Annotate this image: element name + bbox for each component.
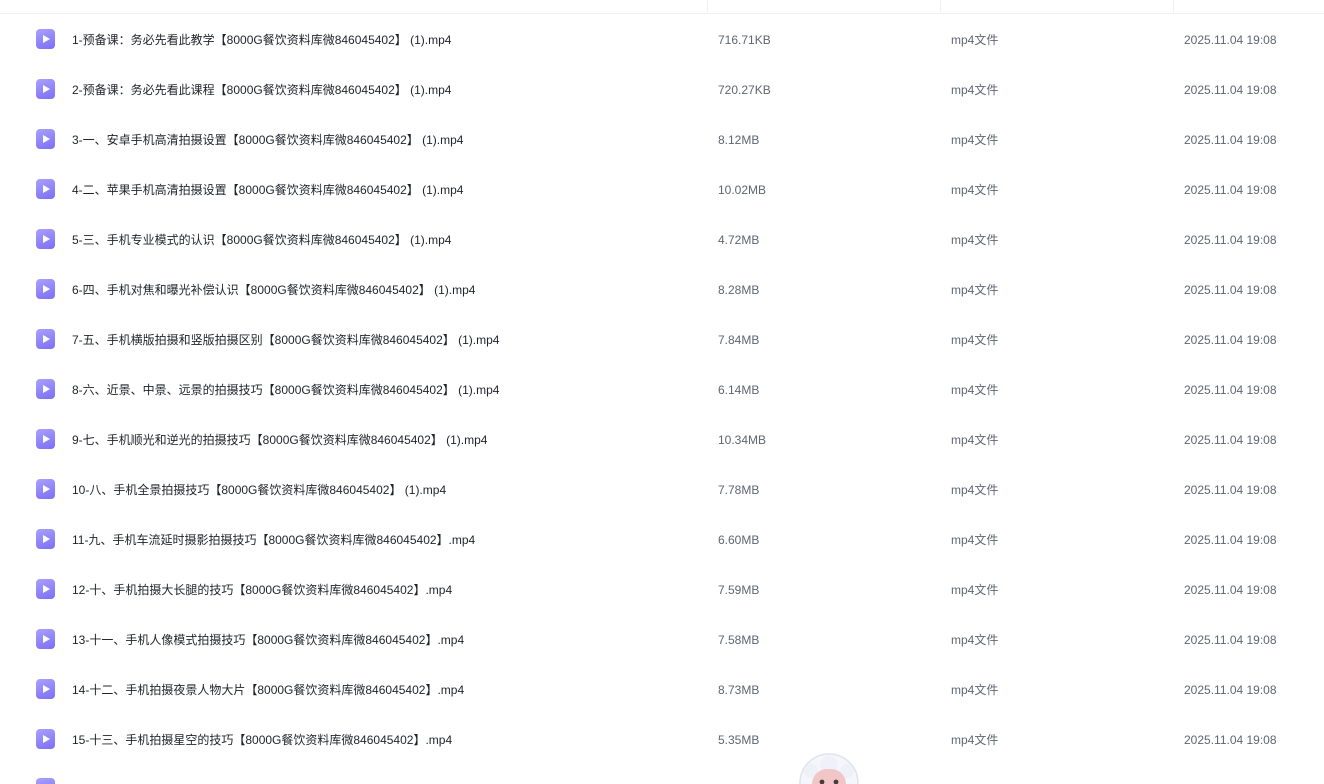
file-row[interactable]: 1-预备课：务必先看此教学【8000G餐饮资料库微846045402】 (1).…	[0, 15, 1324, 65]
file-row[interactable]: 5-三、手机专业模式的认识【8000G餐饮资料库微846045402】 (1).…	[0, 215, 1324, 265]
file-size: 720.27KB	[718, 83, 771, 97]
file-name: 3-一、安卓手机高清拍摄设置【8000G餐饮资料库微846045402】 (1)…	[72, 133, 464, 147]
file-list: 1-预备课：务必先看此教学【8000G餐饮资料库微846045402】 (1).…	[0, 0, 1324, 784]
file-row[interactable]: 7-五、手机横版拍摄和竖版拍摄区别【8000G餐饮资料库微846045402】 …	[0, 315, 1324, 365]
file-name: 8-六、近景、中景、远景的拍摄技巧【8000G餐饮资料库微846045402】 …	[72, 383, 500, 397]
assistant-mascot-icon[interactable]	[797, 751, 861, 784]
file-row[interactable]: 4-二、苹果手机高清拍摄设置【8000G餐饮资料库微846045402】 (1)…	[0, 165, 1324, 215]
video-file-icon	[36, 679, 55, 699]
file-name: 5-三、手机专业模式的认识【8000G餐饮资料库微846045402】 (1).…	[72, 233, 452, 247]
video-file-icon	[36, 229, 55, 249]
file-modified-date: 2025.11.04 19:08	[1184, 533, 1277, 547]
file-type: mp4文件	[951, 583, 999, 597]
file-size: 4.72MB	[718, 233, 760, 247]
video-file-icon	[36, 729, 55, 749]
file-row[interactable]: 12-十、手机拍摄大长腿的技巧【8000G餐饮资料库微846045402】.mp…	[0, 565, 1324, 615]
file-size: 6.14MB	[718, 383, 760, 397]
file-type: mp4文件	[951, 83, 999, 97]
file-size: 716.71KB	[718, 33, 771, 47]
video-file-icon	[36, 379, 55, 399]
video-file-icon	[36, 29, 55, 49]
video-file-icon	[36, 579, 55, 599]
file-size: 7.78MB	[718, 483, 760, 497]
file-type: mp4文件	[951, 383, 999, 397]
file-name: 13-十一、手机人像模式拍摄技巧【8000G餐饮资料库微846045402】.m…	[72, 633, 465, 647]
file-size: 6.60MB	[718, 533, 760, 547]
file-modified-date: 2025.11.04 19:08	[1184, 333, 1277, 347]
file-name: 12-十、手机拍摄大长腿的技巧【8000G餐饮资料库微846045402】.mp…	[72, 583, 453, 597]
file-modified-date: 2025.11.04 19:08	[1184, 133, 1277, 147]
file-modified-date: 2025.11.04 19:08	[1184, 583, 1277, 597]
file-name: 1-预备课：务必先看此教学【8000G餐饮资料库微846045402】 (1).…	[72, 33, 452, 47]
video-file-icon	[36, 429, 55, 449]
file-modified-date: 2025.11.04 19:08	[1184, 733, 1277, 747]
file-name: 6-四、手机对焦和曝光补偿认识【8000G餐饮资料库微846045402】 (1…	[72, 283, 476, 297]
file-row[interactable]: 13-十一、手机人像模式拍摄技巧【8000G餐饮资料库微846045402】.m…	[0, 615, 1324, 665]
file-name: 14-十二、手机拍摄夜景人物大片【8000G餐饮资料库微846045402】.m…	[72, 683, 465, 697]
file-modified-date: 2025.11.04 19:08	[1184, 683, 1277, 697]
file-type: mp4文件	[951, 633, 999, 647]
file-size: 5.35MB	[718, 733, 760, 747]
file-modified-date: 2025.11.04 19:08	[1184, 83, 1277, 97]
file-type: mp4文件	[951, 683, 999, 697]
file-modified-date: 2025.11.04 19:08	[1184, 33, 1277, 47]
video-file-icon	[36, 129, 55, 149]
file-size: 7.59MB	[718, 583, 760, 597]
file-modified-date: 2025.11.04 19:08	[1184, 433, 1277, 447]
video-file-icon	[36, 179, 55, 199]
file-type: mp4文件	[951, 433, 999, 447]
file-name: 7-五、手机横版拍摄和竖版拍摄区别【8000G餐饮资料库微846045402】 …	[72, 333, 500, 347]
column-header-strip	[0, 0, 1324, 14]
video-file-icon	[36, 329, 55, 349]
column-divider[interactable]	[1173, 0, 1174, 12]
video-file-icon	[36, 629, 55, 649]
file-name: 4-二、苹果手机高清拍摄设置【8000G餐饮资料库微846045402】 (1)…	[72, 183, 464, 197]
file-type: mp4文件	[951, 133, 999, 147]
file-name: 9-七、手机顺光和逆光的拍摄技巧【8000G餐饮资料库微846045402】 (…	[72, 433, 488, 447]
file-type: mp4文件	[951, 33, 999, 47]
file-name: 10-八、手机全景拍摄技巧【8000G餐饮资料库微846045402】 (1).…	[72, 483, 447, 497]
video-file-icon	[36, 79, 55, 99]
column-divider[interactable]	[940, 0, 941, 12]
file-size: 8.73MB	[718, 683, 760, 697]
file-row[interactable]: 9-七、手机顺光和逆光的拍摄技巧【8000G餐饮资料库微846045402】 (…	[0, 415, 1324, 465]
file-modified-date: 2025.11.04 19:08	[1184, 633, 1277, 647]
file-rows: 1-预备课：务必先看此教学【8000G餐饮资料库微846045402】 (1).…	[0, 15, 1324, 765]
file-name: 11-九、手机车流延时摄影拍摄技巧【8000G餐饮资料库微846045402】.…	[72, 533, 476, 547]
video-file-icon	[36, 279, 55, 299]
file-type: mp4文件	[951, 533, 999, 547]
file-size: 10.34MB	[718, 433, 767, 447]
file-size: 8.12MB	[718, 133, 760, 147]
file-type: mp4文件	[951, 183, 999, 197]
file-row[interactable]: 8-六、近景、中景、远景的拍摄技巧【8000G餐饮资料库微846045402】 …	[0, 365, 1324, 415]
file-size: 8.28MB	[718, 283, 760, 297]
file-row[interactable]: 2-预备课：务必先看此课程【8000G餐饮资料库微846045402】 (1).…	[0, 65, 1324, 115]
file-name: 15-十三、手机拍摄星空的技巧【8000G餐饮资料库微846045402】.mp…	[72, 733, 453, 747]
file-modified-date: 2025.11.04 19:08	[1184, 183, 1277, 197]
file-type: mp4文件	[951, 333, 999, 347]
column-divider[interactable]	[707, 0, 708, 12]
file-row[interactable]: 14-十二、手机拍摄夜景人物大片【8000G餐饮资料库微846045402】.m…	[0, 665, 1324, 715]
file-modified-date: 2025.11.04 19:08	[1184, 233, 1277, 247]
file-type: mp4文件	[951, 233, 999, 247]
video-file-icon	[36, 529, 55, 549]
file-name: 2-预备课：务必先看此课程【8000G餐饮资料库微846045402】 (1).…	[72, 83, 452, 97]
file-size: 7.84MB	[718, 333, 760, 347]
video-file-icon	[36, 778, 55, 784]
file-size: 7.58MB	[718, 633, 760, 647]
file-row[interactable]: 15-十三、手机拍摄星空的技巧【8000G餐饮资料库微846045402】.mp…	[0, 715, 1324, 765]
file-type: mp4文件	[951, 733, 999, 747]
file-modified-date: 2025.11.04 19:08	[1184, 383, 1277, 397]
file-type: mp4文件	[951, 283, 999, 297]
file-row[interactable]: 10-八、手机全景拍摄技巧【8000G餐饮资料库微846045402】 (1).…	[0, 465, 1324, 515]
video-file-icon	[36, 479, 55, 499]
file-type: mp4文件	[951, 483, 999, 497]
file-size: 10.02MB	[718, 183, 767, 197]
file-row[interactable]: 3-一、安卓手机高清拍摄设置【8000G餐饮资料库微846045402】 (1)…	[0, 115, 1324, 165]
file-row[interactable]: 11-九、手机车流延时摄影拍摄技巧【8000G餐饮资料库微846045402】.…	[0, 515, 1324, 565]
file-modified-date: 2025.11.04 19:08	[1184, 283, 1277, 297]
file-row[interactable]: 6-四、手机对焦和曝光补偿认识【8000G餐饮资料库微846045402】 (1…	[0, 265, 1324, 315]
file-modified-date: 2025.11.04 19:08	[1184, 483, 1277, 497]
